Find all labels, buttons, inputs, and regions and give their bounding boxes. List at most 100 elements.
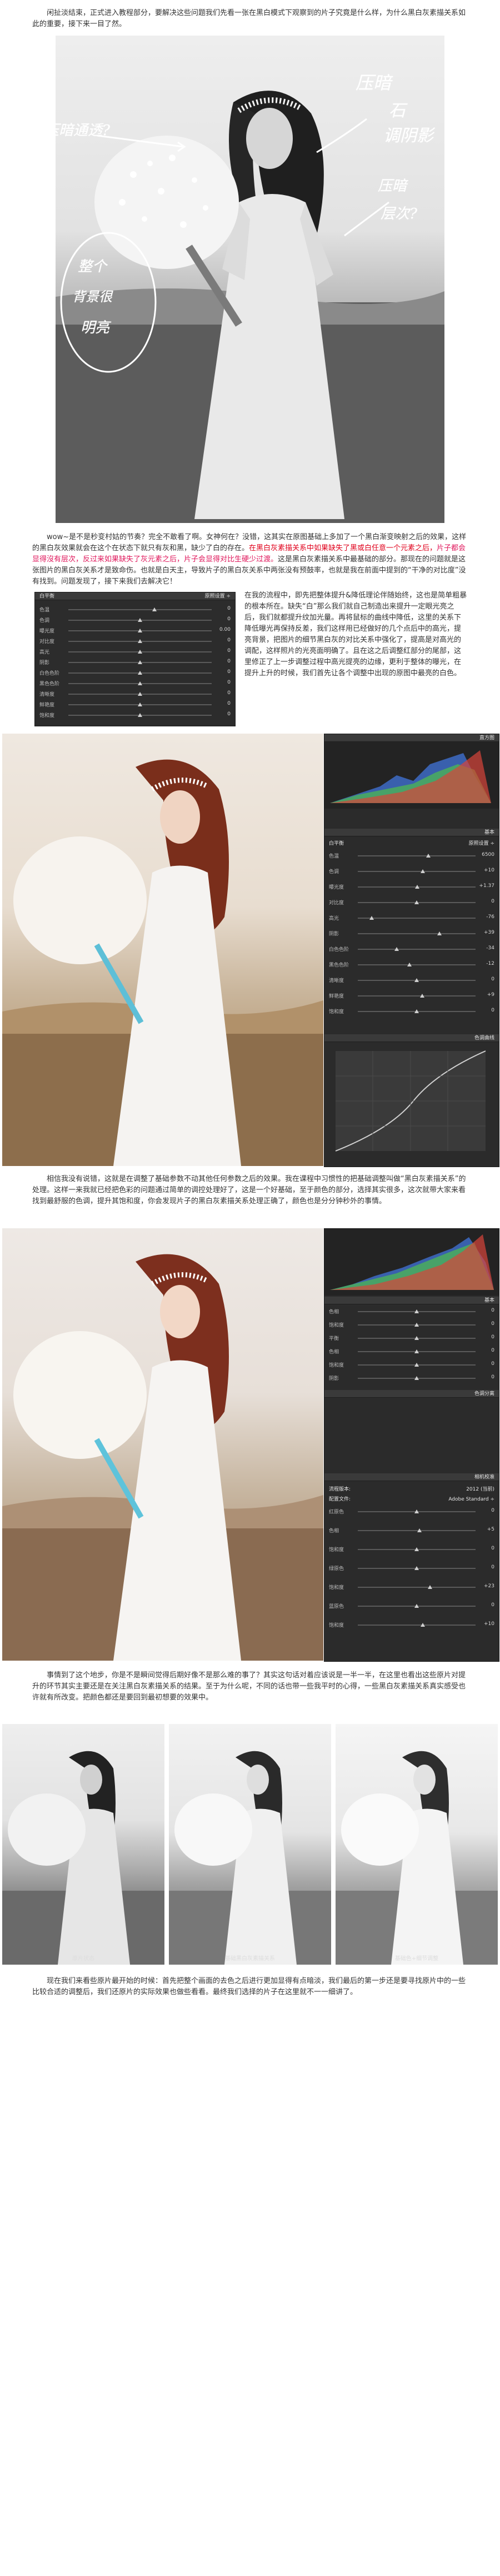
panel3b-slider-track[interactable] xyxy=(358,1604,476,1608)
panel3a-slider-track[interactable] xyxy=(358,1309,476,1313)
panel1-slider-knob[interactable] xyxy=(138,639,142,643)
panel3a-slider-knob[interactable] xyxy=(414,1349,419,1353)
panel1-slider-track[interactable] xyxy=(68,713,212,717)
panel1-row-9[interactable]: 鲜艳度 0 xyxy=(39,701,231,708)
panel2-slider-track[interactable] xyxy=(358,854,476,858)
panel3b-slider-knob[interactable] xyxy=(428,1585,433,1589)
panel2-row-0[interactable]: 色温 6500 xyxy=(329,852,494,859)
panel2-slider-track[interactable] xyxy=(358,869,476,873)
panel3a-row-0[interactable]: 色相 0 xyxy=(329,1308,494,1315)
panel2-slider-track[interactable] xyxy=(358,916,476,920)
panel3b-row-1[interactable]: 色相 +5 xyxy=(329,1527,494,1534)
panel3a-slider-knob[interactable] xyxy=(414,1376,419,1380)
panel1-row-4[interactable]: 高光 0 xyxy=(39,648,231,655)
panel1-slider-track[interactable] xyxy=(68,639,212,643)
panel3a-slider-knob[interactable] xyxy=(414,1309,419,1313)
panel2-slider-knob[interactable] xyxy=(419,994,424,998)
panel1-slider-track[interactable] xyxy=(68,607,212,611)
panel1-slider-track[interactable] xyxy=(68,681,212,685)
panel1-slider-track[interactable] xyxy=(68,618,212,622)
panel1-row-7[interactable]: 黑色色阶 0 xyxy=(39,680,231,687)
panel3b-slider-track[interactable] xyxy=(358,1509,476,1513)
panel1-slider-knob[interactable] xyxy=(138,618,142,622)
panel2-slider-track[interactable] xyxy=(358,931,476,935)
panel3a-row-5[interactable]: 阴影 0 xyxy=(329,1374,494,1382)
panel1-row-1[interactable]: 色调 0 xyxy=(39,616,231,624)
panel3b-row-0[interactable]: 红原色 0 xyxy=(329,1508,494,1515)
panel2-row-5[interactable]: 阴影 +39 xyxy=(329,930,494,937)
panel3b-slider-knob[interactable] xyxy=(417,1528,422,1532)
panel2-row-2[interactable]: 曝光度 +1.37 xyxy=(329,883,494,890)
panel1-slider-track[interactable] xyxy=(68,692,212,696)
panel2-row-6[interactable]: 白色色阶 -34 xyxy=(329,945,494,953)
panel1-row-3[interactable]: 对比度 0 xyxy=(39,637,231,645)
panel3b-row-4[interactable]: 饱和度 +23 xyxy=(329,1583,494,1591)
panel2-slider-track[interactable] xyxy=(358,947,476,951)
panel3b-slider-knob[interactable] xyxy=(414,1509,419,1513)
panel2-slider-knob[interactable] xyxy=(420,869,425,873)
panel3a-slider-track[interactable] xyxy=(358,1376,476,1380)
panel2-slider-knob[interactable] xyxy=(394,947,399,951)
panel3b-row-2[interactable]: 饱和度 0 xyxy=(329,1546,494,1553)
panel3b-slider-track[interactable] xyxy=(358,1623,476,1627)
panel1-slider-track[interactable] xyxy=(68,629,212,632)
panel3b-slider-track[interactable] xyxy=(358,1566,476,1570)
panel2-row-10[interactable]: 饱和度 0 xyxy=(329,1008,494,1015)
panel2-slider-track[interactable] xyxy=(358,963,476,966)
panel1-slider-knob[interactable] xyxy=(138,702,142,706)
panel2-slider-knob[interactable] xyxy=(407,963,412,966)
panel2-row-1[interactable]: 色调 +10 xyxy=(329,868,494,875)
panel2-slider-track[interactable] xyxy=(358,978,476,982)
panel3a-slider-knob[interactable] xyxy=(414,1323,419,1327)
panel1-slider-knob[interactable] xyxy=(138,629,142,632)
panel2-slider-knob[interactable] xyxy=(415,885,420,889)
panel3a-slider-track[interactable] xyxy=(358,1323,476,1327)
panel3b-slider-knob[interactable] xyxy=(414,1566,419,1570)
panel3a-slider-track[interactable] xyxy=(358,1349,476,1353)
panel2-slider-track[interactable] xyxy=(358,994,476,998)
panel2-slider-track[interactable] xyxy=(358,900,476,904)
panel2-slider-knob[interactable] xyxy=(369,916,374,920)
panel3b-slider-knob[interactable] xyxy=(420,1623,425,1627)
panel3a-slider-track[interactable] xyxy=(358,1336,476,1340)
panel1-slider-knob[interactable] xyxy=(138,681,142,685)
panel3a-slider-knob[interactable] xyxy=(414,1363,419,1367)
panel3a-slider-knob[interactable] xyxy=(414,1336,419,1340)
panel1-slider-track[interactable] xyxy=(68,650,212,654)
panel2-slider-track[interactable] xyxy=(358,1009,476,1013)
panel1-row-10[interactable]: 饱和度 0 xyxy=(39,711,231,719)
panel1-slider-track[interactable] xyxy=(68,702,212,706)
panel1-slider-knob[interactable] xyxy=(138,692,142,696)
panel3a-row-2[interactable]: 平衡 0 xyxy=(329,1334,494,1342)
panel1-slider-track[interactable] xyxy=(68,671,212,675)
panel1-slider-knob[interactable] xyxy=(138,660,142,664)
panel3b-slider-track[interactable] xyxy=(358,1547,476,1551)
panel2-slider-knob[interactable] xyxy=(426,854,431,858)
panel3b-slider-track[interactable] xyxy=(358,1528,476,1532)
panel1-row-0[interactable]: 色温 0 xyxy=(39,606,231,613)
panel2-row-9[interactable]: 鲜艳度 +9 xyxy=(329,992,494,999)
panel1-slider-knob[interactable] xyxy=(138,713,142,717)
panel3b-row-5[interactable]: 蓝原色 0 xyxy=(329,1602,494,1610)
panel3b-row-3[interactable]: 绿原色 0 xyxy=(329,1564,494,1572)
panel2-slider-knob[interactable] xyxy=(414,978,419,982)
panel2-row-7[interactable]: 黑色色阶 -12 xyxy=(329,961,494,968)
panel1-slider-knob[interactable] xyxy=(152,607,157,611)
panel1-slider-knob[interactable] xyxy=(138,671,142,675)
panel3b-slider-knob[interactable] xyxy=(414,1604,419,1608)
panel1-slider-track[interactable] xyxy=(68,660,212,664)
panel1-row-8[interactable]: 清晰度 0 xyxy=(39,690,231,697)
panel2-slider-knob[interactable] xyxy=(437,931,442,935)
panel2-row-8[interactable]: 清晰度 0 xyxy=(329,976,494,984)
panel1-row-2[interactable]: 曝光度 0.00 xyxy=(39,627,231,634)
panel3b-row-6[interactable]: 饱和度 +10 xyxy=(329,1621,494,1628)
panel3a-slider-track[interactable] xyxy=(358,1363,476,1367)
panel2-slider-knob[interactable] xyxy=(414,1009,419,1013)
panel3a-row-3[interactable]: 色相 0 xyxy=(329,1348,494,1355)
panel2-row-3[interactable]: 对比度 0 xyxy=(329,899,494,906)
panel2-slider-track[interactable] xyxy=(358,885,476,889)
panel1-slider-knob[interactable] xyxy=(138,650,142,654)
panel3a-row-4[interactable]: 饱和度 0 xyxy=(329,1361,494,1368)
panel3b-slider-track[interactable] xyxy=(358,1585,476,1589)
panel2-row-4[interactable]: 高光 -76 xyxy=(329,914,494,921)
